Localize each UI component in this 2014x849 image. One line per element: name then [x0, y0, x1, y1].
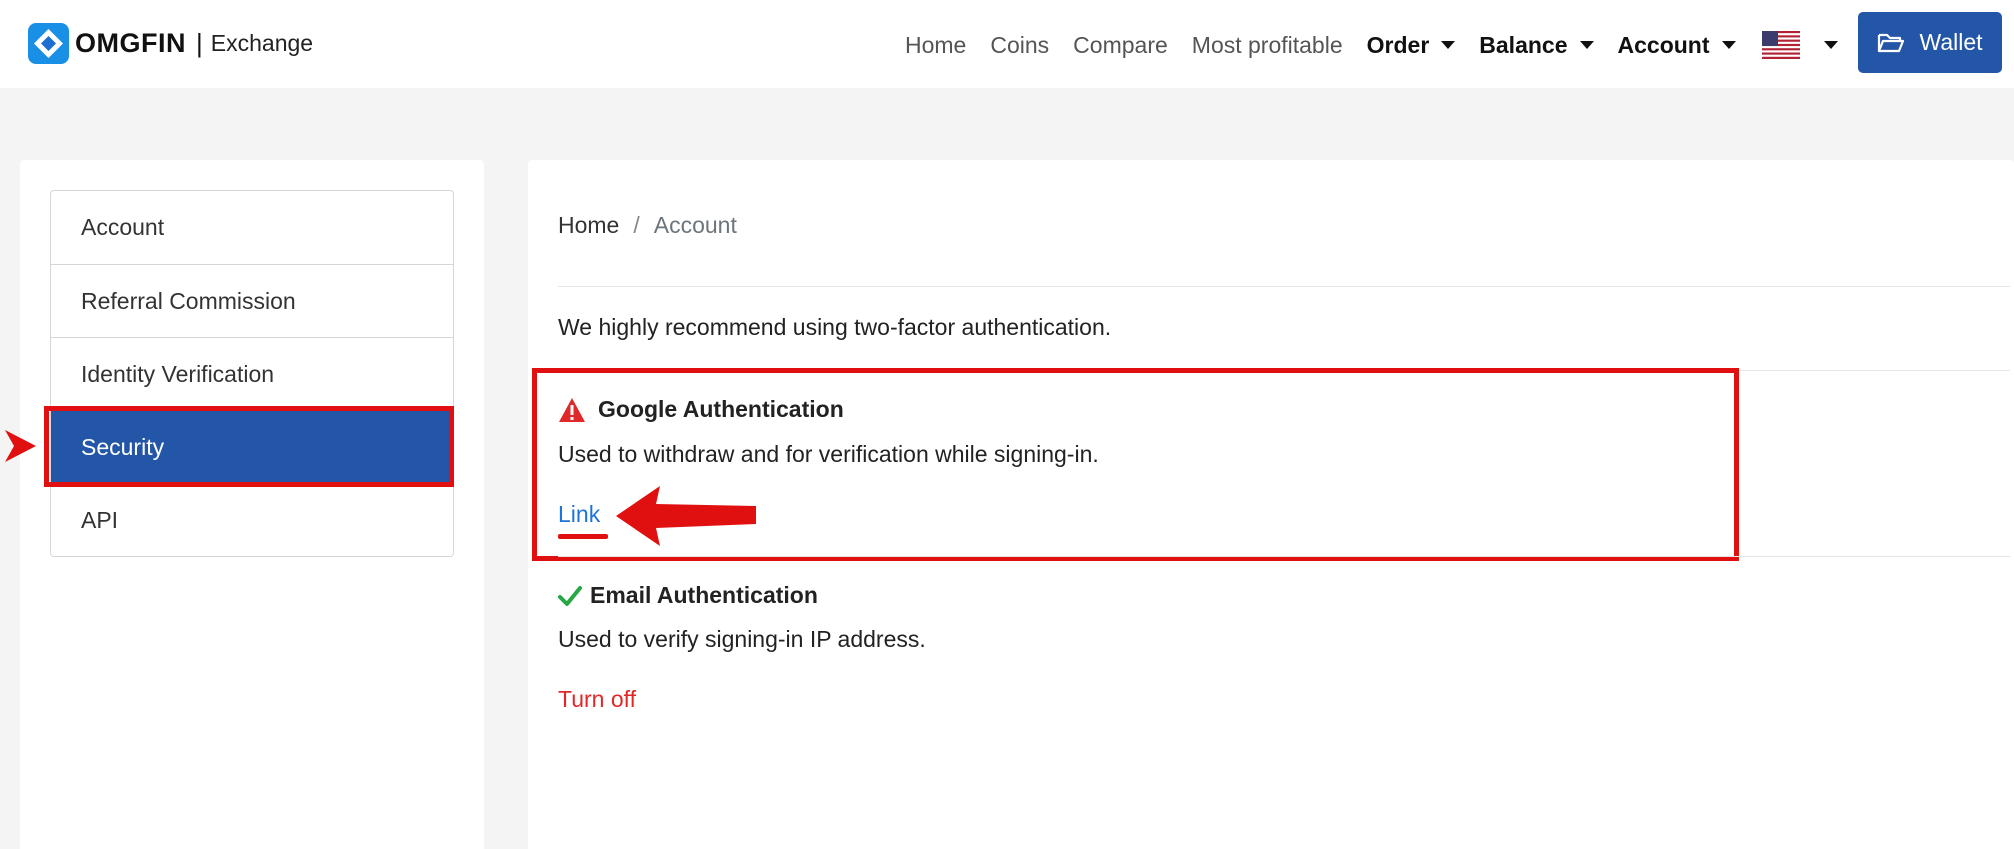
caret-down-icon — [1823, 41, 1838, 49]
pointer-arrow-icon — [5, 430, 36, 462]
nav-balance-label: Balance — [1479, 31, 1568, 58]
wallet-button[interactable]: Wallet — [1858, 12, 2002, 73]
folder-open-icon — [1878, 33, 1905, 52]
nav-menu: Home Coins Compare Most profitable Order… — [905, 28, 1838, 62]
sidebar-item-label: API — [81, 506, 119, 533]
sidebar-card: Account Referral Commission Identity Ver… — [20, 160, 484, 849]
email-auth-turn-off-button[interactable]: Turn off — [558, 686, 636, 713]
logo-mark-icon — [28, 22, 69, 64]
nav-balance-dropdown[interactable]: Balance — [1479, 31, 1594, 59]
sidebar-item-label: Identity Verification — [81, 360, 275, 387]
breadcrumb-separator: / — [633, 212, 640, 238]
email-auth-title-text: Email Authentication — [590, 582, 818, 608]
nav-account-dropdown[interactable]: Account — [1618, 32, 1736, 59]
divider — [558, 286, 2010, 287]
nav-home-link[interactable]: Home — [905, 32, 966, 59]
nav-compare-link[interactable]: Compare — [1073, 32, 1168, 59]
breadcrumb-home[interactable]: Home — [558, 212, 619, 239]
sidebar-item-api[interactable]: API — [51, 483, 453, 556]
sidebar-item-identity-verification[interactable]: Identity Verification — [51, 337, 453, 410]
breadcrumb: Home / Account — [558, 212, 737, 239]
logo[interactable]: OMGFIN | Exchange — [28, 22, 313, 64]
nav-order-dropdown[interactable]: Order — [1367, 32, 1456, 59]
top-navbar: OMGFIN | Exchange Home Coins Compare Mos… — [0, 0, 2014, 88]
security-highlight-box — [44, 406, 454, 487]
main-card: Home / Account We highly recommend using… — [528, 160, 2014, 849]
divider — [558, 556, 2010, 557]
two-factor-recommendation: We highly recommend using two-factor aut… — [558, 314, 1112, 340]
arrow-left-icon — [616, 486, 756, 546]
caret-down-icon — [1579, 41, 1594, 49]
sidebar-menu: Account Referral Commission Identity Ver… — [50, 190, 454, 557]
sidebar-item-referral-commission[interactable]: Referral Commission — [51, 264, 453, 337]
language-dropdown[interactable] — [1760, 31, 1838, 59]
logo-brand-text: OMGFIN — [75, 27, 186, 58]
nav-coins-link[interactable]: Coins — [990, 32, 1049, 59]
nav-account-label: Account — [1617, 31, 1710, 58]
email-auth-title: Email Authentication — [558, 582, 818, 609]
sidebar-item-account[interactable]: Account — [51, 191, 453, 264]
logo-subtitle: Exchange — [210, 29, 314, 56]
sidebar-item-label: Account — [81, 214, 165, 240]
us-flag-icon — [1761, 31, 1800, 59]
checkmark-icon — [558, 585, 582, 606]
wallet-button-label: Wallet — [1919, 29, 1983, 55]
caret-down-icon — [1441, 41, 1456, 49]
logo-separator: | — [196, 27, 203, 58]
sidebar-item-label: Referral Commission — [81, 287, 296, 314]
nav-most-profitable-link[interactable]: Most profitable — [1192, 32, 1343, 59]
breadcrumb-current: Account — [653, 212, 737, 238]
email-auth-description: Used to verify signing-in IP address. — [558, 626, 926, 652]
nav-order-label: Order — [1366, 31, 1430, 58]
caret-down-icon — [1721, 41, 1736, 49]
